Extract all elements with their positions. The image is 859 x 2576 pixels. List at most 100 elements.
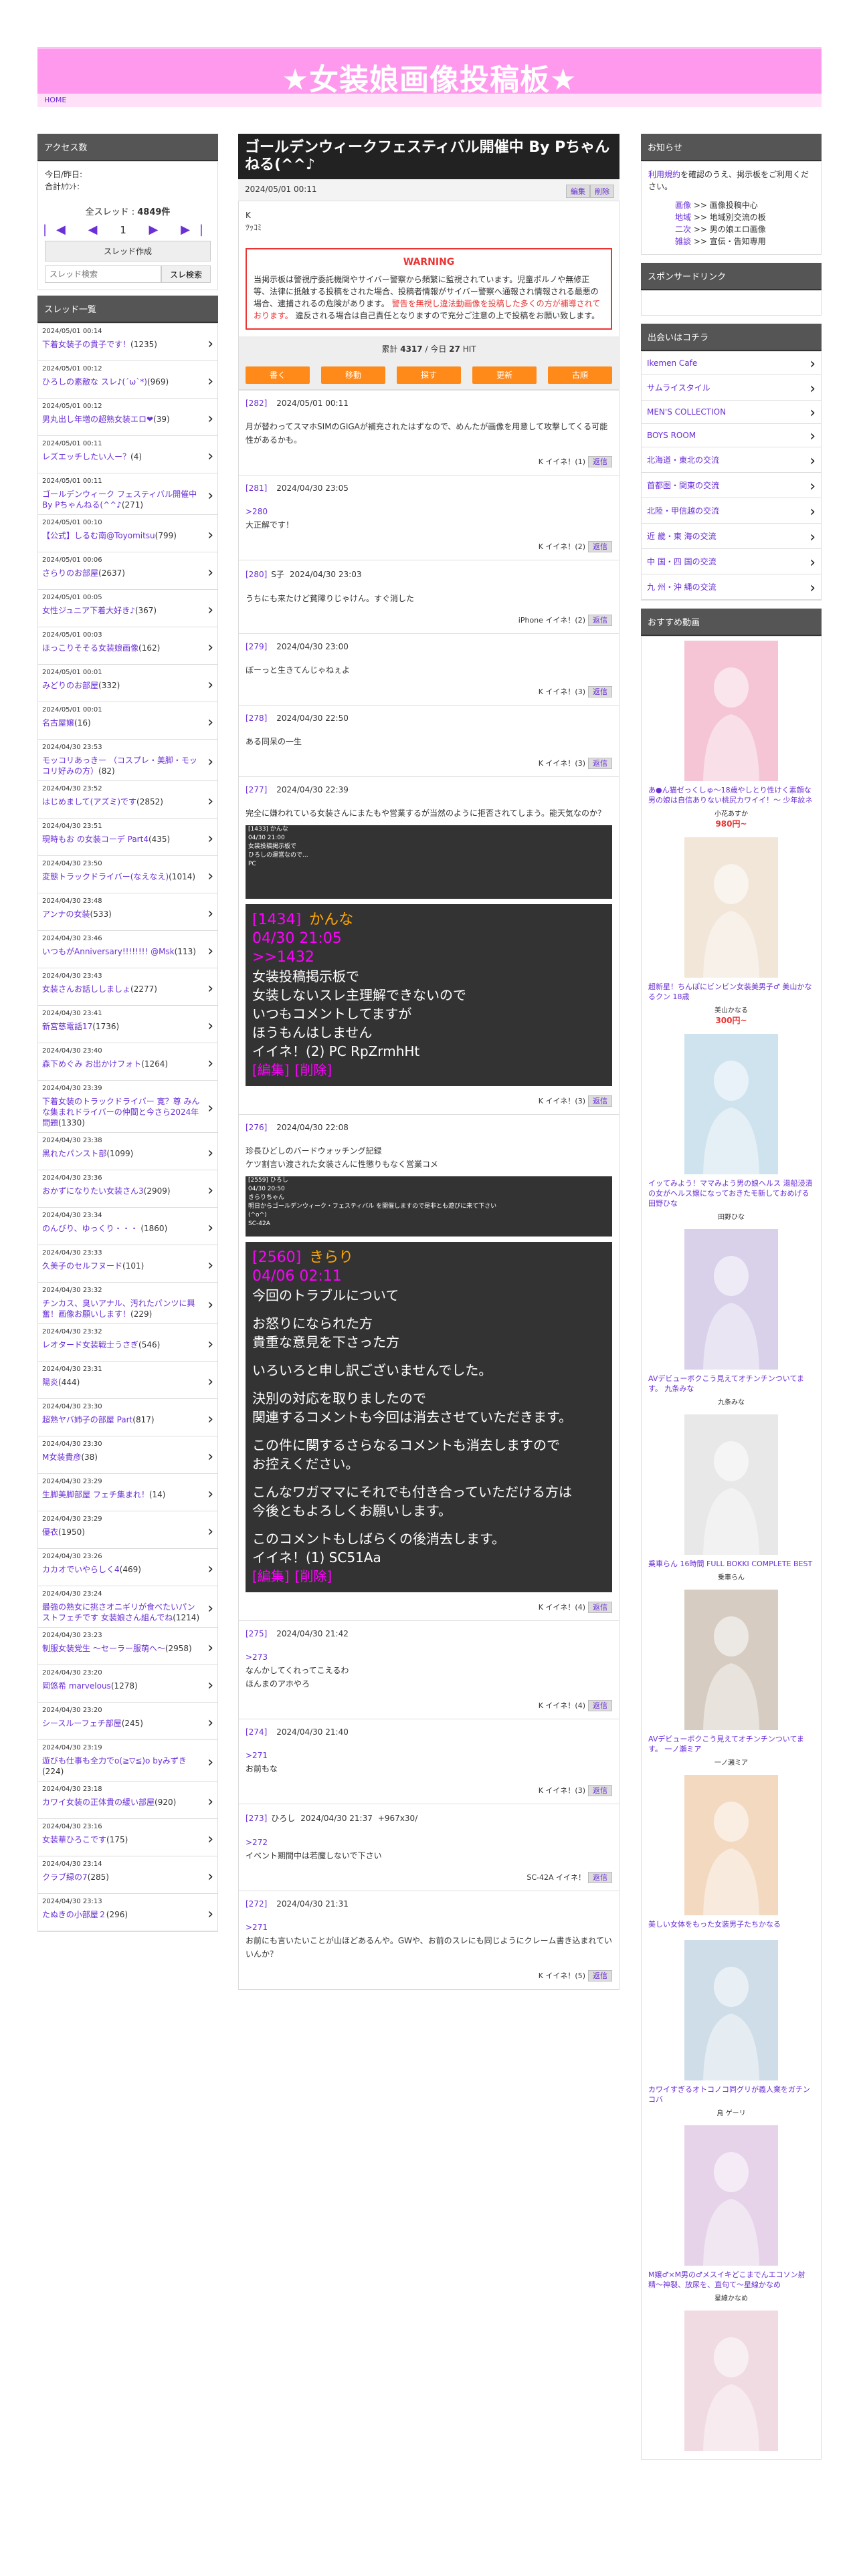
thread-item-title[interactable]: 新宮慈電話17(1736) (42, 1021, 200, 1032)
thread-item-title-text[interactable]: はじめまして(アズミ)です (42, 797, 136, 807)
thread-item-title-text[interactable]: 森下めぐみ お出かけフォト (42, 1059, 141, 1069)
dating-link[interactable]: 近 畿・東 海の交流 › (642, 524, 821, 549)
thread-list-item[interactable]: 2024/04/30 23:38 黒れたパンスト部(1099) › (38, 1133, 217, 1170)
thread-list-item[interactable]: 2024/04/30 23:46 いつもがAnniversary!!!!!!!! … (38, 931, 217, 968)
thread-list-item[interactable]: 2024/04/30 23:26 カカオでいやらしく4(469) › (38, 1549, 217, 1586)
thread-list-item[interactable]: 2024/05/01 00:05 女性ジュニア下着大好き♪(367) › (38, 590, 217, 627)
thread-list-item[interactable]: 2024/04/30 23:32 チンカス、臭いアナル、汚れたパンツに興奮！画像お… (38, 1283, 217, 1324)
thread-list-item[interactable]: 2024/04/30 23:41 新宮慈電話17(1736) › (38, 1006, 217, 1043)
chevron-right-icon[interactable]: › (207, 1831, 213, 1848)
chevron-right-icon[interactable]: › (207, 1868, 213, 1885)
thread-item-title[interactable]: クラブ緑の7(285) (42, 1872, 200, 1883)
post-like[interactable]: K イイネ！(5) (539, 1971, 585, 1980)
thread-item-title-text[interactable]: レズエッチしたい人ー？ (42, 452, 130, 461)
dating-link[interactable]: Ikemen Cafe › (642, 352, 821, 375)
dating-link-label[interactable]: 九 州・沖 縄の交流 (647, 582, 717, 592)
post-number[interactable]: [279] (246, 642, 267, 651)
guide-key[interactable]: 二次 (675, 225, 691, 234)
thread-list-item[interactable]: 2024/04/30 23:30 M女装貴彦(38) › (38, 1436, 217, 1474)
post-number[interactable]: [281] (246, 484, 267, 493)
thread-list-item[interactable]: 2024/04/30 23:43 女装さんお話ししましょ(2277) › (38, 968, 217, 1006)
chevron-right-icon[interactable]: › (207, 1297, 213, 1313)
action-button[interactable]: 古順 (548, 366, 612, 384)
thread-list-item[interactable]: 2024/04/30 23:36 おかずになりたい女装さん3(2909) › (38, 1170, 217, 1208)
chevron-right-icon[interactable]: › (207, 1018, 213, 1035)
thread-list-item[interactable]: 2024/04/30 23:20 岡悠希 marvelous(1278) › (38, 1665, 217, 1703)
thread-item-title[interactable]: 変態トラックドライバー(なえなえ)(1014) (42, 871, 200, 882)
thread-item-title[interactable]: みどりのお部屋(332) (42, 680, 200, 691)
post-reply-link[interactable]: >280 (246, 505, 612, 518)
reply-button[interactable]: 返信 (588, 1872, 612, 1883)
thread-list-item[interactable]: 2024/04/30 23:53 モッコリあっきー （コスプレ・美脚・モッコリ好み… (38, 740, 217, 781)
thread-item-title-text[interactable]: モッコリあっきー （コスプレ・美脚・モッコリ好みの方） (42, 756, 197, 776)
chevron-right-icon[interactable]: › (809, 478, 816, 495)
dating-link[interactable]: BOYS ROOM › (642, 424, 821, 447)
thread-item-title[interactable]: 優衣(1950) (42, 1527, 200, 1537)
guide-key[interactable]: 地域 (675, 213, 691, 222)
post-like[interactable]: K イイネ！(3) (539, 687, 585, 696)
thread-item-title-text[interactable]: 女装華ひろこです (42, 1835, 106, 1844)
last-page-icon[interactable]: ▶| (181, 223, 213, 237)
chevron-right-icon[interactable]: › (207, 1055, 213, 1072)
reply-button[interactable]: 返信 (588, 541, 612, 552)
dating-link-label[interactable]: BOYS ROOM (647, 431, 696, 440)
dating-link-label[interactable]: 首都圏・関東の交流 (647, 481, 719, 490)
thread-item-title[interactable]: チンカス、臭いアナル、汚れたパンツに興奮！画像お願いします！(229) (42, 1298, 200, 1319)
video-thumbnail[interactable] (684, 641, 778, 781)
thread-item-title[interactable]: いつもがAnniversary!!!!!!!! @Msk(113) (42, 946, 200, 957)
chevron-right-icon[interactable]: › (207, 1486, 213, 1503)
post-reply-link[interactable]: >272 (246, 1836, 612, 1849)
chevron-right-icon[interactable]: › (207, 1794, 213, 1810)
dating-link[interactable]: MEN'S COLLECTION › (642, 401, 821, 424)
thread-item-title[interactable]: ゴールデンウィーク フェスティバル開催中 By Pちゃんねる(^^♪(271) (42, 489, 200, 510)
thread-item-title[interactable]: 下着女装子の貴子です！(1235) (42, 339, 200, 350)
action-button[interactable]: 更新 (472, 366, 537, 384)
thread-item-title[interactable]: 名古屋嬢(16) (42, 718, 200, 728)
video-thumbnail[interactable] (684, 2125, 778, 2266)
thread-item-title[interactable]: ほっこりそそる女装娘画像(162) (42, 643, 200, 653)
thread-list-item[interactable]: 2024/04/30 23:40 森下めぐみ お出かけフォト(1264) › (38, 1043, 217, 1081)
post-number[interactable]: [277] (246, 785, 267, 794)
thread-item-title[interactable]: 陽炎(444) (42, 1377, 200, 1388)
thread-item-title-text[interactable]: M女装貴彦 (42, 1453, 81, 1462)
thread-item-title[interactable]: 制服女装党生 〜セーラー服萌へ〜(2958) (42, 1643, 200, 1654)
thread-item-title[interactable]: はじめまして(アズミ)です(2852) (42, 796, 200, 807)
reply-button[interactable]: 返信 (588, 1785, 612, 1796)
thread-item-title[interactable]: 森下めぐみ お出かけフォト(1264) (42, 1059, 200, 1069)
reply-button[interactable]: 返信 (588, 615, 612, 626)
chevron-right-icon[interactable]: › (207, 831, 213, 847)
post-like[interactable]: K イイネ！(4) (539, 1701, 585, 1710)
thread-item-title[interactable]: 久美子のセルフヌード(101) (42, 1261, 200, 1271)
thread-item-title[interactable]: 黒れたパンスト部(1099) (42, 1148, 200, 1159)
post-number[interactable]: [274] (246, 1727, 267, 1737)
thread-list-item[interactable]: 2024/04/30 23:23 制服女装党生 〜セーラー服萌へ〜(2958) › (38, 1628, 217, 1665)
thread-item-title[interactable]: 岡悠希 marvelous(1278) (42, 1681, 200, 1691)
chevron-right-icon[interactable]: › (809, 453, 816, 469)
recommended-video[interactable]: 美しい女体をもった女装男子たちかなる (642, 1771, 821, 1936)
chevron-right-icon[interactable]: › (207, 448, 213, 465)
thread-list-item[interactable]: 2024/05/01 00:11 レズエッチしたい人ー？(4) › (38, 436, 217, 473)
thread-list-item[interactable]: 2024/05/01 00:10 【公式】しるむ南@Toyomitsu(799) › (38, 515, 217, 552)
recommended-video[interactable]: AVデビューボクこう見えてオチンチンついてます。 一ノ瀬ミア 一ノ瀬ミア (642, 1586, 821, 1771)
dating-link-label[interactable]: MEN'S COLLECTION (647, 407, 726, 417)
video-thumbnail[interactable] (684, 837, 778, 978)
thread-item-title-text[interactable]: レオタード女装戦士うさぎ (42, 1340, 138, 1350)
post-number[interactable]: [280] (246, 570, 267, 579)
video-caption[interactable]: AVデビューボクこう見えてオチンチンついてます。 一ノ瀬ミア (648, 1734, 814, 1754)
chevron-right-icon[interactable]: › (809, 405, 816, 421)
chevron-right-icon[interactable]: › (207, 793, 213, 810)
next-page-icon[interactable]: ▶ (149, 223, 168, 237)
chevron-right-icon[interactable]: › (207, 564, 213, 581)
thread-item-title[interactable]: モッコリあっきー （コスプレ・美脚・モッコリ好みの方）(82) (42, 755, 200, 776)
post-like[interactable]: K イイネ！(4) (539, 1603, 585, 1612)
thread-list-item[interactable]: 2024/05/01 00:12 男丸出し年増の超熟女装エロ❤(39) › (38, 399, 217, 436)
video-caption[interactable]: AVデビューボクこう見えてオチンチンついてます。 九条みな (648, 1374, 814, 1394)
post-number[interactable]: [282] (246, 399, 267, 408)
thread-list-item[interactable]: 2024/05/01 00:11 ゴールデンウィーク フェスティバル開催中 By … (38, 473, 217, 515)
thread-item-title[interactable]: カワイ女装の正体貴の緩い部屋(920) (42, 1797, 200, 1808)
thread-item-title[interactable]: レオタード女装戦士うさぎ(546) (42, 1339, 200, 1350)
dating-link[interactable]: 北海道・東北の交流 › (642, 447, 821, 473)
thread-list-item[interactable]: 2024/05/01 00:12 ひろしの素敵な スレ♪(´ω`*)(969) › (38, 361, 217, 399)
thread-item-title[interactable]: 現時もお の女装コーデ Part4(435) (42, 834, 200, 845)
reply-button[interactable]: 返信 (588, 1095, 612, 1107)
